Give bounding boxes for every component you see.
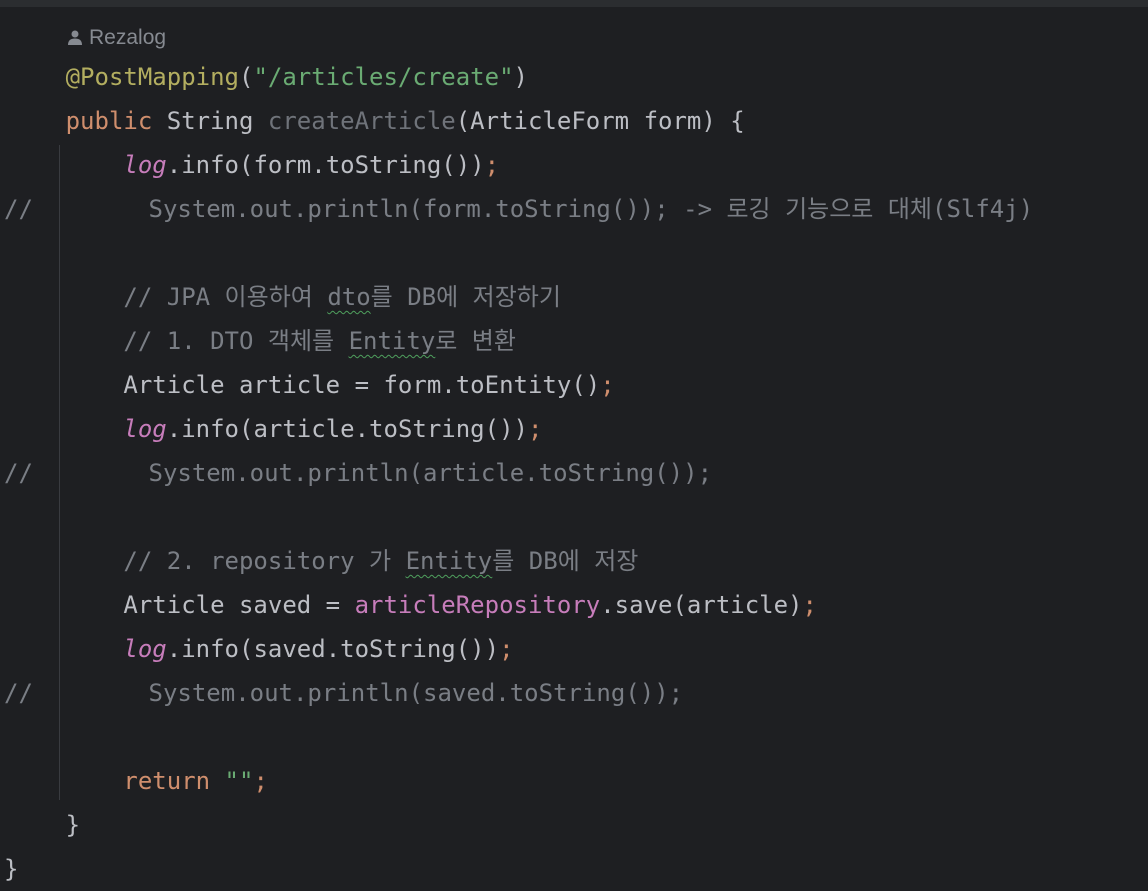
code-token: createArticle (267, 107, 456, 135)
code-token: // System.out.println(saved.toString()); (4, 679, 684, 707)
code-editor[interactable]: Rezalog @PostMapping("/articles/create")… (0, 7, 1148, 890)
code-token: .info(form.toString()) (166, 151, 485, 179)
code-token: // System.out.println(form.toString()); … (4, 195, 1034, 223)
code-token: ; (484, 151, 500, 179)
code-line[interactable]: log.info(saved.toString()); (66, 627, 514, 671)
person-icon (68, 30, 82, 45)
code-token: return (123, 767, 211, 795)
code-line[interactable]: // 1. DTO 객체를 Entity로 변환 (66, 319, 516, 363)
code-line[interactable]: log.info(article.toString()); (66, 407, 543, 451)
code-line[interactable]: // JPA 이용하여 dto를 DB에 저장하기 (66, 275, 561, 319)
code-token: 를 DB에 저장하기 (370, 283, 561, 311)
code-token: log (123, 151, 167, 179)
code-token: ; (499, 635, 514, 663)
code-token: Article article = form.toEntity() (65, 371, 601, 399)
code-token: "/articles/create" (253, 63, 514, 91)
code-token: "" (224, 767, 254, 795)
code-token: log (123, 415, 167, 443)
code-token: 를 DB에 저장 (492, 547, 639, 575)
code-token: ; (802, 591, 817, 619)
code-line[interactable]: } (4, 847, 18, 891)
code-token: // System.out.println(article.toString()… (4, 459, 713, 487)
code-line[interactable]: public String createArticle(ArticleForm … (66, 99, 745, 143)
code-token: ; (527, 415, 543, 443)
code-token: @PostMapping (65, 63, 239, 91)
author-name: Rezalog (89, 26, 167, 49)
code-token: .save(article) (600, 591, 803, 619)
code-token: ; (253, 767, 268, 795)
code-line[interactable]: } (66, 803, 80, 847)
code-line[interactable]: // 2. repository 가 Entity를 DB에 저장 (65, 539, 639, 583)
code-token: dto (327, 283, 371, 311)
code-token: Entity (348, 327, 436, 355)
code-token: Entity (405, 547, 493, 575)
code-line[interactable]: // System.out.println(form.toString()); … (4, 187, 1033, 231)
code-token: // JPA 이용하여 (65, 283, 328, 311)
code-author-hint[interactable]: Rezalog (66, 23, 166, 53)
code-token: articleRepository (354, 591, 601, 619)
code-token: // 1. DTO 객체를 (65, 327, 349, 355)
code-token: ; (600, 371, 615, 399)
code-line[interactable]: log.info(form.toString()); (66, 143, 500, 187)
code-token: Article saved = (65, 591, 355, 619)
code-token: public (65, 107, 153, 135)
code-line[interactable]: return ""; (66, 759, 268, 803)
code-token: (ArticleForm form) { (455, 107, 745, 135)
code-line[interactable]: // System.out.println(article.toString()… (4, 451, 712, 495)
code-token: } (4, 855, 19, 883)
code-token: ) (513, 63, 528, 91)
code-token: } (65, 811, 81, 839)
code-line[interactable]: Article saved = articleRepository.save(a… (66, 583, 817, 627)
editor-top-bar (0, 0, 1148, 7)
code-line[interactable]: Article article = form.toEntity(); (65, 363, 615, 407)
code-token: .info(saved.toString()) (166, 635, 500, 663)
code-token: .info(article.toString()) (166, 415, 528, 443)
code-token: 로 변환 (435, 327, 516, 355)
code-token: log (123, 635, 167, 663)
code-token: ( (238, 63, 254, 91)
code-line[interactable]: // System.out.println(saved.toString()); (4, 671, 683, 715)
code-line[interactable]: @PostMapping("/articles/create") (66, 55, 528, 99)
code-token: String (152, 107, 268, 135)
code-token: // 2. repository 가 (65, 547, 406, 575)
